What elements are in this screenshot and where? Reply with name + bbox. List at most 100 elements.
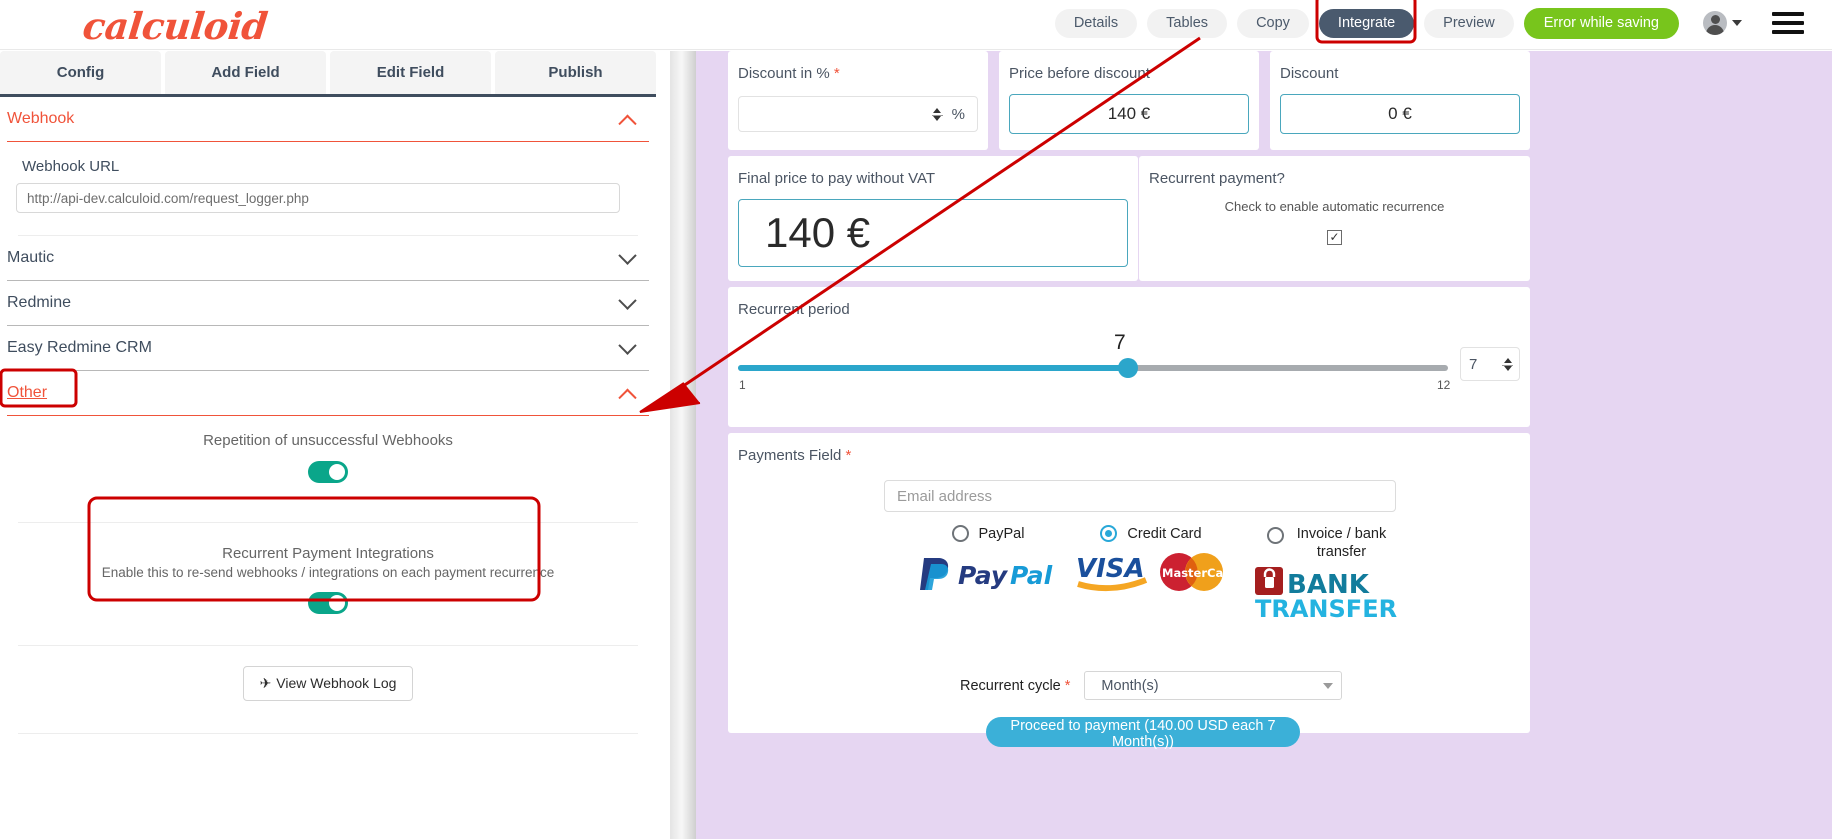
svg-text:MasterCard: MasterCard [1162, 566, 1237, 580]
tab-config[interactable]: Config [0, 51, 161, 94]
nav-integrate-button[interactable]: Integrate [1318, 9, 1415, 38]
recurrent-integrations-title: Recurrent Payment Integrations [222, 545, 434, 562]
chevron-down-icon [618, 290, 637, 310]
final-price-label: Final price to pay without VAT [738, 170, 936, 187]
recurrent-payment-checkbox[interactable]: ✓ [1327, 229, 1342, 245]
check-icon: ✓ [1329, 230, 1340, 244]
tab-publish[interactable]: Publish [495, 51, 656, 94]
calculoid-logo: calculoid [80, 4, 270, 48]
repetition-toggle[interactable] [308, 461, 348, 483]
recurrent-integrations-description: Enable this to re-send webhooks / integr… [101, 565, 555, 580]
field-final-price: Final price to pay without VAT 140 € [728, 156, 1138, 281]
required-marker: * [1064, 677, 1071, 694]
repetition-title: Repetition of unsuccessful Webhooks [203, 432, 453, 449]
recurrent-cycle-row: Recurrent cycle * Month(s) [960, 671, 1343, 700]
nav-preview-button[interactable]: Preview [1424, 9, 1514, 38]
paypal-label: PayPal [978, 525, 1025, 542]
section-redmine-title: Redmine [7, 294, 72, 311]
nav-copy-button[interactable]: Copy [1237, 9, 1309, 38]
credit-card-label: Credit Card [1127, 525, 1202, 542]
field-recurrent-period: Recurrent period 7 1 12 7 [728, 287, 1530, 427]
price-before-discount-value: 140 € [1009, 94, 1249, 134]
payments-label: Payments Field * [738, 447, 852, 464]
section-webhook[interactable]: Webhook [0, 97, 656, 141]
bank-transfer-label: Invoice / bank transfer [1296, 526, 1387, 561]
repetition-setting: Repetition of unsuccessful Webhooks [0, 416, 656, 488]
field-price-before-discount: Price before discount 140 € [999, 51, 1259, 150]
required-marker: * [845, 447, 852, 464]
recurrent-integrations-setting: Recurrent Payment Integrations Enable th… [0, 523, 656, 619]
section-webhook-title: Webhook [7, 110, 75, 127]
spinner-arrows-icon[interactable] [1502, 357, 1513, 371]
chevron-down-icon [1323, 682, 1334, 689]
paypal-radio[interactable] [951, 525, 969, 542]
svg-text:Pal: Pal [1010, 561, 1053, 590]
section-mautic[interactable]: Mautic [0, 236, 656, 280]
recurrent-period-input-value: 7 [1469, 355, 1478, 373]
section-mautic-title: Mautic [7, 249, 55, 266]
discount-label: Discount [1280, 65, 1339, 82]
recurrent-period-max: 12 [1437, 378, 1451, 392]
bank-transfer-logo: BANK TRANSFER [1238, 563, 1418, 626]
chevron-up-icon [618, 388, 637, 407]
nav-tables-button[interactable]: Tables [1147, 9, 1228, 38]
hamburger-menu-icon[interactable] [1772, 12, 1804, 35]
section-other-title: Other [7, 384, 48, 401]
spinner-arrows-icon[interactable] [931, 107, 943, 121]
account-menu[interactable] [1703, 11, 1742, 36]
field-recurrent-payment: Recurrent payment? Check to enable autom… [1139, 156, 1530, 281]
field-discount-percent: Discount in % * % [728, 51, 988, 150]
chevron-down-icon [618, 245, 637, 265]
field-discount: Discount 0 € [1270, 51, 1530, 150]
visa-mastercard-logo: VISA MasterCard [1076, 550, 1237, 601]
editor-tabs: Config Add Field Edit Field Publish [0, 51, 656, 97]
top-bar: calculoid Details Tables Copy Integrate … [0, 0, 1832, 50]
webhook-url-label: Webhook URL [22, 158, 120, 175]
webhook-url-input[interactable] [16, 183, 620, 213]
view-webhook-log-button[interactable]: ✈ View Webhook Log [242, 666, 414, 701]
view-webhook-log-label: View Webhook Log [276, 675, 397, 691]
chevron-down-icon [1732, 20, 1742, 27]
recurrent-period-knob[interactable] [1118, 358, 1138, 378]
tab-edit-field[interactable]: Edit Field [330, 51, 491, 94]
paypal-logo: Pay Pal [918, 554, 1058, 599]
payment-method-paypal[interactable]: PayPal Pay Pal [918, 525, 1058, 599]
section-other[interactable]: Other [0, 371, 656, 415]
recurrent-cycle-value: Month(s) [1101, 677, 1159, 694]
recurrent-period-value: 7 [1114, 331, 1126, 354]
section-redmine[interactable]: Redmine [0, 281, 656, 325]
recurrent-period-min: 1 [739, 378, 746, 392]
recurrent-integrations-toggle[interactable] [308, 592, 348, 614]
required-marker: * [833, 65, 840, 82]
discount-percent-input[interactable]: % [738, 96, 978, 132]
panel-divider-spine [656, 51, 718, 839]
section-easy-redmine-crm[interactable]: Easy Redmine CRM [0, 326, 656, 370]
recurrent-period-fill [738, 365, 1128, 371]
payments-email-placeholder: Email address [897, 487, 993, 505]
payment-method-bank-transfer[interactable]: Invoice / bank transfer BANK TRANSFER [1238, 525, 1418, 626]
credit-card-radio[interactable] [1100, 525, 1118, 542]
user-avatar-icon [1703, 11, 1727, 36]
recurrent-cycle-label: Recurrent cycle * [960, 677, 1071, 694]
save-status-button[interactable]: Error while saving [1523, 8, 1679, 39]
recurrent-period-label: Recurrent period [738, 301, 850, 318]
payment-method-credit-card[interactable]: Credit Card VISA MasterCard [1076, 525, 1237, 601]
nav-details-button[interactable]: Details [1054, 9, 1138, 38]
recurrent-payment-hint: Check to enable automatic recurrence [1224, 199, 1445, 214]
proceed-to-payment-button[interactable]: Proceed to payment (140.00 USD each 7 Mo… [986, 717, 1300, 750]
recurrent-cycle-select[interactable]: Month(s) [1084, 671, 1343, 700]
calculator-preview-panel: Discount in % * % Price before discount … [718, 51, 1832, 839]
discount-percent-label: Discount in % * [738, 65, 840, 82]
chevron-up-icon [618, 114, 637, 133]
discount-percent-unit: % [951, 105, 965, 123]
top-nav: Details Tables Copy Integrate Preview Er… [1054, 8, 1804, 39]
chevron-down-icon [618, 335, 637, 355]
section-easy-redmine-crm-title: Easy Redmine CRM [7, 339, 152, 356]
tab-add-field[interactable]: Add Field [165, 51, 326, 94]
svg-text:VISA: VISA [1076, 554, 1145, 584]
payments-email-input[interactable]: Email address [884, 480, 1396, 512]
svg-text:Pay: Pay [958, 561, 1009, 590]
bank-transfer-radio[interactable] [1266, 527, 1284, 544]
recurrent-period-input[interactable]: 7 [1460, 347, 1520, 381]
discount-value: 0 € [1280, 94, 1520, 134]
